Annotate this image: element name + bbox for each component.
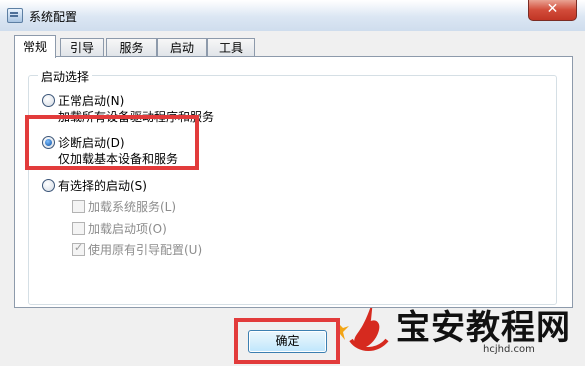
window-title: 系统配置 bbox=[29, 10, 78, 24]
watermark-domain: hcjhd.com bbox=[483, 344, 535, 355]
use-original-boot-config-checkbox[interactable] bbox=[72, 241, 85, 256]
use-original-boot-config-label: 使用原有引导配置(U) bbox=[88, 243, 203, 257]
ok-button-highlight bbox=[234, 318, 340, 364]
selective-startup-label[interactable]: 有选择的启动(S) bbox=[58, 177, 147, 194]
close-button[interactable]: ✕ bbox=[528, 0, 577, 21]
normal-startup-radio[interactable] bbox=[42, 94, 55, 107]
tab-boot[interactable]: 引导 bbox=[60, 38, 104, 57]
selective-startup-radio[interactable] bbox=[42, 179, 55, 192]
tab-general[interactable]: 常规 bbox=[14, 35, 56, 58]
general-tab-panel: 启动选择 正常启动(N) 加载所有设备驱动程序和服务 诊断启动(D) 仅加载基本… bbox=[14, 56, 573, 308]
startup-selection-group: 启动选择 正常启动(N) 加载所有设备驱动程序和服务 诊断启动(D) 仅加载基本… bbox=[28, 68, 557, 305]
normal-startup-label[interactable]: 正常启动(N) bbox=[58, 92, 124, 109]
startup-selection-legend: 启动选择 bbox=[38, 68, 93, 85]
load-startup-items-label: 加载启动项(O) bbox=[88, 222, 167, 236]
load-system-services-checkbox[interactable] bbox=[72, 200, 85, 213]
tab-tools[interactable]: 工具 bbox=[207, 38, 255, 57]
diagnostic-startup-highlight bbox=[25, 115, 199, 170]
title-bar: 系统配置 ✕ bbox=[0, 0, 585, 31]
load-startup-items-checkbox[interactable] bbox=[72, 222, 85, 235]
tab-services[interactable]: 服务 bbox=[106, 38, 157, 57]
msconfig-app-icon bbox=[7, 8, 23, 23]
load-system-services-label: 加载系统服务(L) bbox=[88, 200, 177, 214]
tab-startup[interactable]: 启动 bbox=[157, 38, 207, 57]
